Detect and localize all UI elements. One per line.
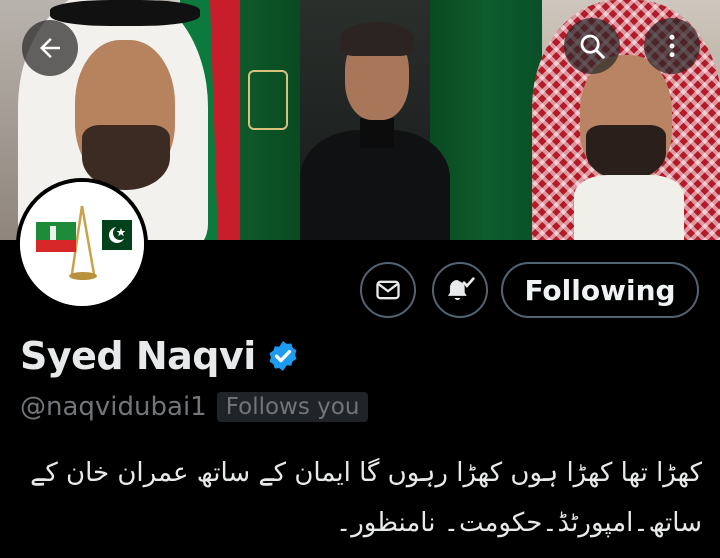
notifications-button[interactable]: [432, 262, 488, 318]
arrow-left-icon: [40, 38, 60, 58]
following-button[interactable]: Following: [501, 262, 699, 318]
handle-row: @naqvidubai1 Follows you: [20, 392, 369, 422]
verified-badge-icon[interactable]: [266, 339, 300, 373]
username-handle: @naqvidubai1: [20, 392, 207, 422]
emblem-icon: [248, 70, 288, 130]
more-vertical-icon: [669, 34, 675, 58]
follows-you-badge: Follows you: [216, 392, 369, 422]
back-button[interactable]: [22, 20, 78, 76]
flags-avatar-icon: [20, 182, 144, 306]
bell-check-icon: [448, 277, 475, 301]
search-button[interactable]: [564, 18, 620, 74]
banner-photo-middle: [240, 0, 482, 240]
mail-icon: [376, 280, 400, 300]
message-button[interactable]: [360, 262, 416, 318]
profile-bio: کھڑا تھا کھڑا ہوں کھڑا رہوں گا ایمان کے …: [30, 458, 702, 538]
display-name: Syed Naqvi: [20, 334, 256, 378]
avatar[interactable]: [16, 178, 148, 310]
profile-name-row: Syed Naqvi: [20, 334, 300, 378]
more-options-button[interactable]: [644, 18, 700, 74]
search-icon: [580, 34, 605, 59]
